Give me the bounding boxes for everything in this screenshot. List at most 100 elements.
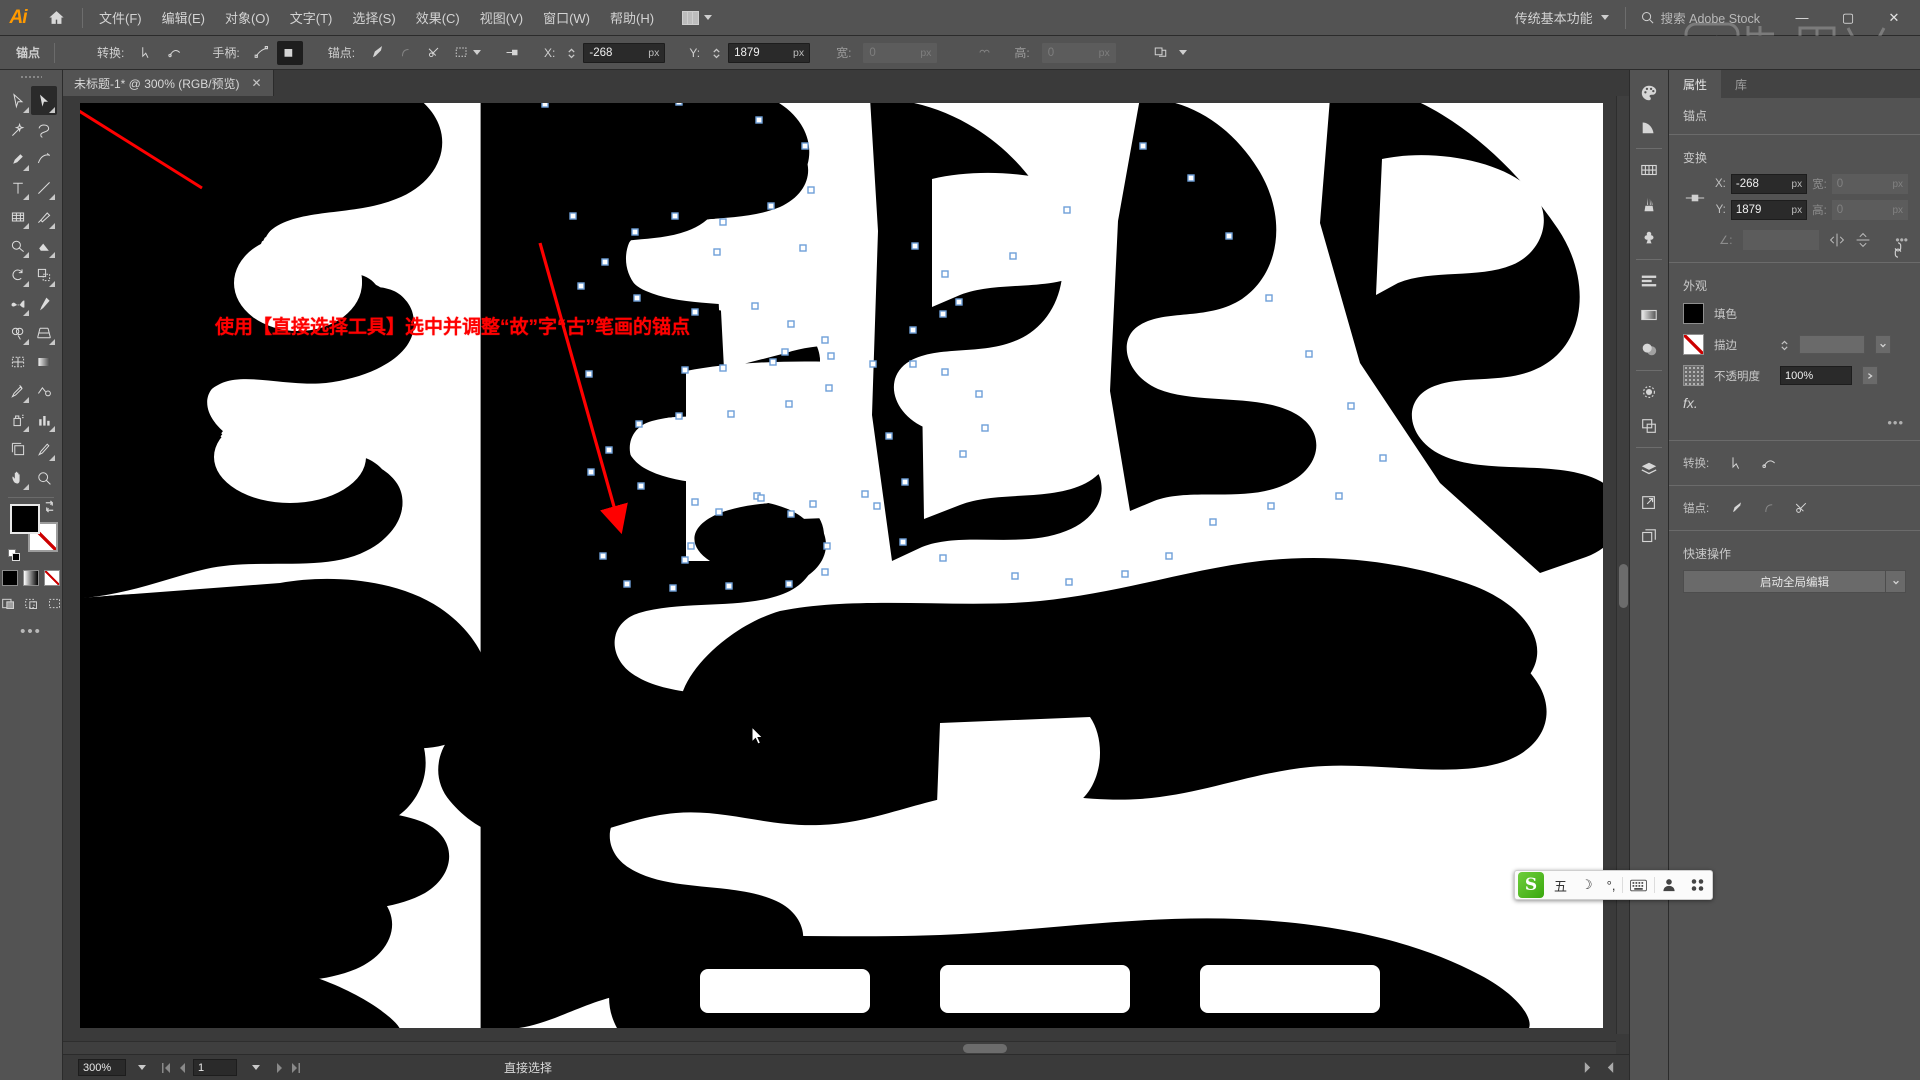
artboard[interactable]: [80, 103, 1603, 1028]
menu-window[interactable]: 窗口(W): [533, 0, 600, 36]
ime-keyboard-icon[interactable]: [1623, 870, 1654, 900]
chevron-down-icon[interactable]: [1178, 50, 1187, 55]
menu-type[interactable]: 文字(T): [280, 0, 343, 36]
maximize-button[interactable]: ▢: [1826, 0, 1870, 36]
flip-horizontal-icon[interactable]: [1829, 232, 1845, 248]
opacity-input[interactable]: 100%: [1780, 366, 1852, 385]
menu-edit[interactable]: 编辑(E): [152, 0, 215, 36]
symbols-icon[interactable]: [1632, 221, 1666, 255]
tool-selection[interactable]: [5, 86, 31, 115]
tool-width[interactable]: [5, 289, 31, 318]
tool-type[interactable]: [5, 173, 31, 202]
arrange-documents-button[interactable]: [676, 5, 718, 31]
gradient-mode-icon[interactable]: [23, 570, 39, 586]
stroke-width-input[interactable]: [1799, 335, 1865, 354]
canvas-horizontal-scrollbar[interactable]: [63, 1041, 1616, 1054]
tool-eyedropper[interactable]: [5, 376, 31, 405]
brushes-icon[interactable]: [1632, 187, 1666, 221]
chevron-down-icon[interactable]: [1885, 571, 1905, 592]
swatches-icon[interactable]: [1632, 153, 1666, 187]
close-button[interactable]: ✕: [1872, 0, 1916, 36]
connect-anchors-icon[interactable]: [1757, 497, 1781, 519]
zoom-input[interactable]: 300%: [78, 1059, 126, 1076]
tool-hand[interactable]: [5, 463, 31, 492]
appearance-more-icon[interactable]: •••: [1669, 413, 1920, 436]
appearance-icon[interactable]: [1632, 332, 1666, 366]
workspace-switcher[interactable]: 传统基本功能: [1505, 8, 1619, 27]
x-input[interactable]: -268 px: [583, 42, 666, 63]
tool-line-segment[interactable]: [31, 173, 57, 202]
tool-magic-wand[interactable]: [5, 115, 31, 144]
convert-to-corner-icon[interactable]: [133, 41, 159, 65]
menu-view[interactable]: 视图(V): [470, 0, 533, 36]
color-mode-icon[interactable]: [2, 570, 18, 586]
zoom-dropdown-icon[interactable]: [138, 1065, 146, 1070]
color-guide-icon[interactable]: [1632, 110, 1666, 144]
toolbar-more-tools[interactable]: •••: [0, 623, 62, 640]
ime-input-mode[interactable]: 五: [1547, 870, 1574, 900]
tool-column-graph[interactable]: [31, 405, 57, 434]
opacity-swatch[interactable]: [1683, 365, 1704, 386]
tool-perspective-grid[interactable]: [31, 318, 57, 347]
y-stepper[interactable]: [712, 46, 721, 60]
fill-swatch[interactable]: [10, 504, 40, 534]
ime-apps-icon[interactable]: [1683, 870, 1712, 900]
document-tab[interactable]: 未标题-1* @ 300% (RGB/预览) ✕: [63, 70, 274, 96]
tool-free-transform[interactable]: [31, 289, 57, 318]
panel-y-input[interactable]: 1879 px: [1730, 200, 1808, 220]
fx-button[interactable]: fx.: [1669, 391, 1920, 413]
color-icon[interactable]: [1632, 76, 1666, 110]
search-adobe-stock[interactable]: 搜索 Adobe Stock: [1624, 6, 1774, 29]
align-anchors-icon[interactable]: [448, 41, 474, 65]
libraries-icon[interactable]: [1632, 520, 1666, 554]
graphic-styles-icon[interactable]: [1632, 375, 1666, 409]
stroke-options-chevron-icon[interactable]: [1875, 335, 1891, 354]
links-icon[interactable]: [1632, 486, 1666, 520]
menu-file[interactable]: 文件(F): [89, 0, 152, 36]
tool-slice[interactable]: [31, 434, 57, 463]
start-global-edit-button[interactable]: 启动全局编辑: [1683, 570, 1906, 593]
artboard-dropdown-icon[interactable]: [252, 1065, 260, 1070]
ime-user-icon[interactable]: [1655, 870, 1683, 900]
canvas-area[interactable]: 使用【直接选择工具】选中并调整“故”字“古”笔画的锚点: [63, 96, 1629, 1054]
convert-to-corner-icon[interactable]: [1725, 452, 1749, 474]
menu-effect[interactable]: 效果(C): [406, 0, 470, 36]
align-icon[interactable]: [1632, 264, 1666, 298]
none-mode-icon[interactable]: [44, 570, 60, 586]
first-artboard-icon[interactable]: [158, 1060, 174, 1076]
tab-properties[interactable]: 属性: [1669, 70, 1722, 98]
default-fill-stroke-icon[interactable]: [8, 549, 21, 562]
tab-libraries[interactable]: 库: [1721, 70, 1761, 98]
constrain-proportions-icon[interactable]: [1890, 240, 1908, 262]
stroke-color-swatch[interactable]: [1683, 334, 1704, 355]
tool-blend[interactable]: [31, 376, 57, 405]
menu-help[interactable]: 帮助(H): [600, 0, 664, 36]
tool-symbol-sprayer[interactable]: [5, 405, 31, 434]
ime-punctuation-icon[interactable]: °,: [1600, 870, 1623, 900]
tool-curvature[interactable]: [31, 144, 57, 173]
tool-scale[interactable]: [31, 260, 57, 289]
transparency-icon[interactable]: [1632, 298, 1666, 332]
transform-panel-icon[interactable]: [1148, 41, 1174, 65]
x-stepper[interactable]: [567, 46, 576, 60]
tool-artboard[interactable]: [5, 434, 31, 463]
tools-panel-handle[interactable]: [0, 70, 62, 84]
remove-anchor-icon[interactable]: [364, 41, 390, 65]
tool-direct-selection[interactable]: [31, 86, 57, 115]
minimize-button[interactable]: —: [1780, 0, 1824, 36]
stroke-width-stepper[interactable]: [1780, 338, 1789, 352]
tool-lasso[interactable]: [31, 115, 57, 144]
menu-object[interactable]: 对象(O): [215, 0, 280, 36]
convert-to-smooth-icon[interactable]: [1757, 452, 1781, 474]
cut-path-icon[interactable]: [1789, 497, 1813, 519]
lock-proportions-icon[interactable]: [971, 41, 997, 65]
artboards-icon[interactable]: [1632, 409, 1666, 443]
next-artboard-icon[interactable]: [272, 1060, 288, 1076]
ime-moon-icon[interactable]: ☽: [1574, 870, 1600, 900]
fill-color-swatch[interactable]: [1683, 303, 1704, 324]
layers-icon[interactable]: [1632, 452, 1666, 486]
tool-shape-builder[interactable]: [5, 318, 31, 347]
tool-rotate[interactable]: [5, 260, 31, 289]
swap-fill-stroke-icon[interactable]: [43, 500, 56, 513]
tool-rectangle[interactable]: [5, 202, 31, 231]
